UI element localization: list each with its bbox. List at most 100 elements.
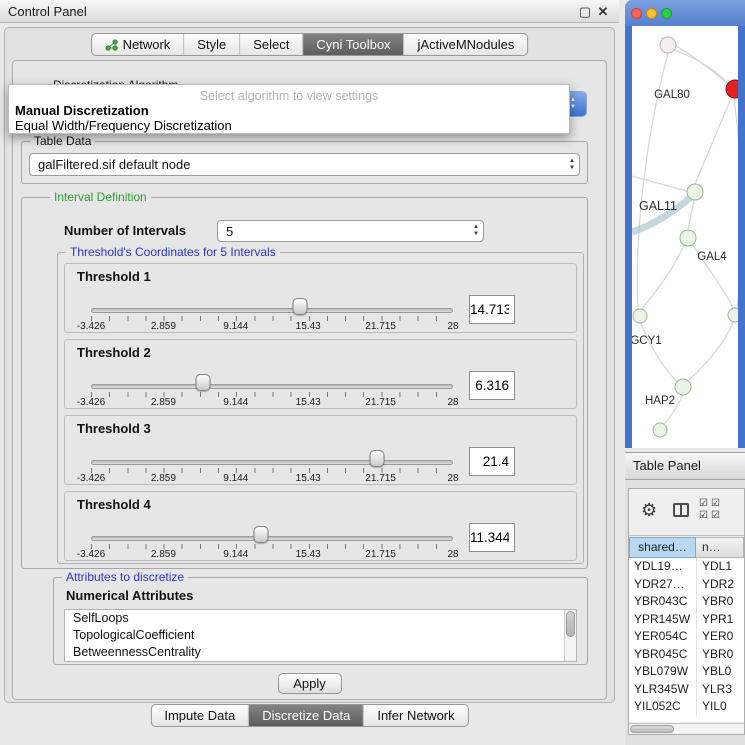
scale-label: 21.715 [365,549,396,560]
slider-ticks [91,468,454,473]
table-data-group-label: Table Data [30,134,95,148]
bottom-tab-bar: Impute Data Discretize Data Infer Networ… [150,704,468,727]
threshold-4-slider[interactable]: -3.426 2.859 9.144 15.43 21.715 28 [91,492,453,562]
select-columns-icon[interactable]: ☑☑ ☑☑ [699,498,725,522]
number-of-intervals-select[interactable]: 5 ▲▼ [217,220,484,242]
network-node-gal4[interactable] [680,230,696,246]
selected-red-node[interactable] [726,80,738,98]
popup-option-equal-width[interactable]: Equal Width/Frequency Discretization [15,118,232,133]
table-row[interactable]: YPR145WYPR1 [629,611,744,629]
attributes-list[interactable]: SelfLoops TopologicalCoefficient Between… [64,609,577,662]
tab-infer-network[interactable]: Infer Network [363,705,467,726]
table-row[interactable]: YIL052CYIL0 [629,698,744,716]
close-icon[interactable]: ✕ [596,4,610,20]
gear-icon[interactable]: ⚙ [641,500,657,520]
tab-select[interactable]: Select [239,34,302,55]
minimize-traffic-light-icon[interactable] [646,8,657,19]
network-node-gcy1[interactable] [633,309,647,323]
cell[interactable]: YDR27… [629,576,696,594]
cell[interactable]: YIL0 [696,698,744,716]
scale-label: 15.43 [296,321,321,332]
threshold-2-slider[interactable]: -3.426 2.859 9.144 15.43 21.715 28 [91,340,453,410]
cell[interactable]: YLR3 [696,681,744,699]
cell[interactable]: YBL0 [696,663,744,681]
table-panel: ⚙ ☑☑ ☑☑ shared… n… YDL19…YDL1 YDR27…YDR2… [625,480,745,745]
network-node[interactable] [660,37,676,53]
node-label-gal11: GAL11 [639,199,677,213]
network-node[interactable] [687,184,703,200]
apply-button[interactable]: Apply [278,673,342,694]
threshold-coordinates-label: Threshold's Coordinates for 5 Intervals [66,245,280,259]
network-icon [105,39,118,51]
list-item[interactable]: TopologicalCoefficient [65,627,576,644]
slider-thumb[interactable] [292,298,307,315]
threshold-3-value-field[interactable] [469,447,515,476]
tab-select-label: Select [253,34,289,55]
cell[interactable]: YDR2 [696,576,744,594]
close-traffic-light-icon[interactable] [631,8,642,19]
network-node-hap2[interactable] [675,379,691,395]
scrollbar-thumb[interactable] [566,611,575,637]
table-row[interactable]: YDR27…YDR2 [629,576,744,594]
table-row[interactable]: YBR043CYBR0 [629,593,744,611]
tab-style[interactable]: Style [183,34,239,55]
threshold-2-panel: Threshold 2 -3.426 2.859 9.144 15.43 21.… [64,339,577,409]
cell[interactable]: YLR345W [629,681,696,699]
table-row[interactable]: YDL19…YDL1 [629,558,744,576]
cell[interactable]: YBR0 [696,593,744,611]
column-header-shared-name[interactable]: shared… [629,537,696,558]
tab-jactivemodules[interactable]: jActiveMNodules [404,34,528,55]
network-node[interactable] [653,423,667,437]
slider-thumb[interactable] [254,526,269,543]
cell[interactable]: YER0 [696,628,744,646]
cell[interactable]: YBR0 [696,646,744,664]
cell[interactable]: YBR043C [629,593,696,611]
threshold-4-value-field[interactable] [469,523,515,552]
slider-track[interactable] [91,384,453,389]
float-window-icon[interactable]: ▢ [578,4,592,20]
table-row[interactable]: YER054CYER0 [629,628,744,646]
tab-impute-data[interactable]: Impute Data [151,705,248,726]
threshold-1-slider[interactable]: -3.426 2.859 9.144 15.43 21.715 28 [91,264,453,334]
attributes-scrollbar[interactable] [564,610,576,661]
cell[interactable]: YER054C [629,628,696,646]
popup-option-manual-discretization[interactable]: Manual Discretization [15,103,149,118]
network-canvas[interactable]: GAL80 GAL11 GAL4 GCY1 HAP2 [632,26,738,448]
columns-icon[interactable] [673,503,689,517]
tab-cyni-label: Cyni Toolbox [316,34,390,55]
slider-thumb[interactable] [196,374,211,391]
tab-cyni-toolbox[interactable]: Cyni Toolbox [302,34,403,55]
cell[interactable]: YBR045C [629,646,696,664]
slider-track[interactable] [91,460,453,465]
list-item[interactable]: SelfLoops [65,610,576,627]
list-item[interactable]: BetweennessCentrality [65,644,576,661]
slider-thumb[interactable] [369,450,384,467]
table-row[interactable]: YLR345WYLR3 [629,681,744,699]
threshold-1-panel: Threshold 1 -3.426 2.859 9.144 15.43 21.… [64,263,577,333]
horizontal-scrollbar[interactable] [629,723,744,734]
tab-discretize-data[interactable]: Discretize Data [248,705,363,726]
tab-network[interactable]: Network [92,34,184,55]
scale-label: 15.43 [296,549,321,560]
numerical-attributes-label: Numerical Attributes [66,588,193,603]
zoom-traffic-light-icon[interactable] [661,8,672,19]
threshold-2-value-field[interactable] [469,371,515,400]
cell[interactable]: YIL052C [629,698,696,716]
cell[interactable]: YBL079W [629,663,696,681]
table-row[interactable]: YBL079WYBL0 [629,663,744,681]
threshold-3-slider[interactable]: -3.426 2.859 9.144 15.43 21.715 28 [91,416,453,486]
tab-style-label: Style [197,34,226,55]
cell[interactable]: YDL1 [696,558,744,576]
slider-track[interactable] [91,308,453,313]
cell[interactable]: YDL19… [629,558,696,576]
column-header-name[interactable]: n… [696,537,744,558]
network-node[interactable] [728,308,738,322]
scrollbar-thumb[interactable] [630,725,674,733]
slider-track[interactable] [91,536,453,541]
network-graph: GAL80 GAL11 GAL4 GCY1 HAP2 [632,26,738,448]
cell[interactable]: YPR1 [696,611,744,629]
table-row[interactable]: YBR045CYBR0 [629,646,744,664]
threshold-1-value-field[interactable] [469,295,515,324]
table-data-select[interactable]: galFiltered.sif default node ▲▼ [29,153,580,176]
cell[interactable]: YPR145W [629,611,696,629]
